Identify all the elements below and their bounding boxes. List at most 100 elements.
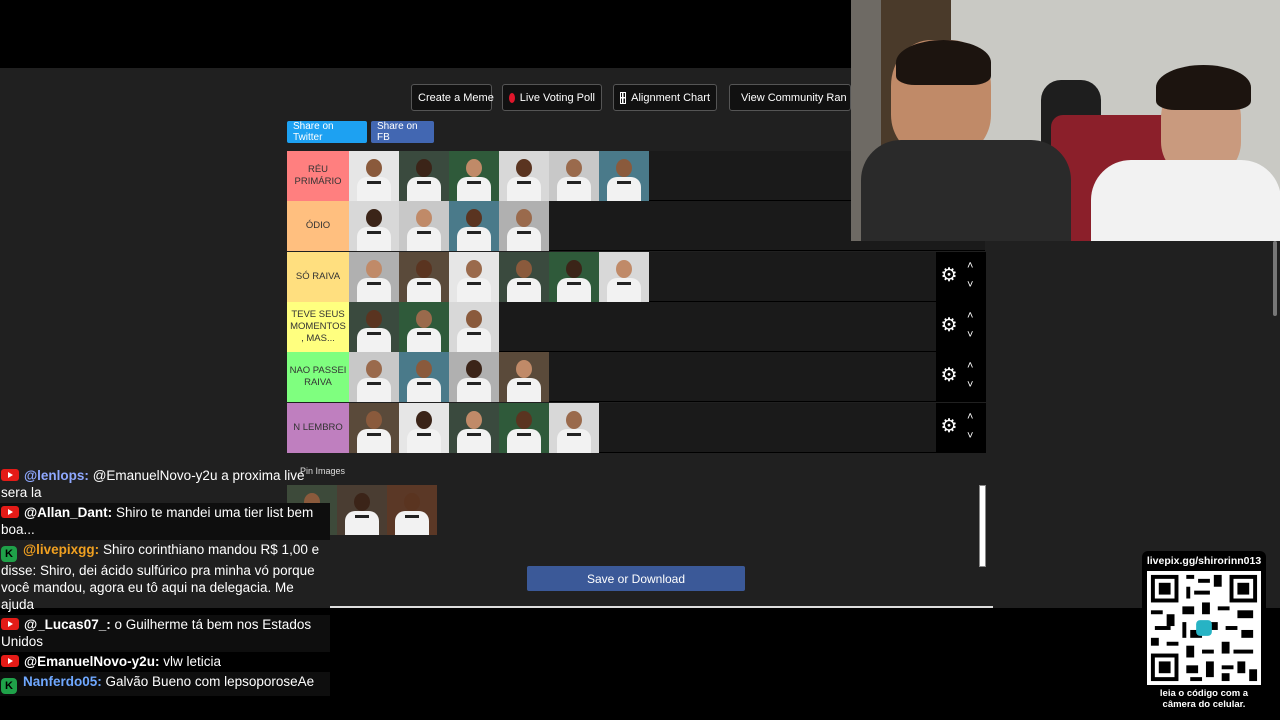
chevron-down-icon[interactable]: ˅ xyxy=(967,430,973,442)
tier-items xyxy=(349,301,499,352)
player-thumbnail[interactable] xyxy=(349,151,399,201)
chevron-down-icon[interactable]: ˅ xyxy=(967,279,973,291)
player-thumbnail[interactable] xyxy=(449,151,499,201)
grid-icon xyxy=(620,91,627,104)
tier-label[interactable]: TEVE SEUS MOMENTOS , MAS... xyxy=(287,301,349,352)
tier-row: N LEMBRO xyxy=(287,402,985,453)
tier-label[interactable]: SÓ RAIVA xyxy=(287,251,349,302)
player-thumbnail[interactable] xyxy=(387,485,437,535)
player-thumbnail[interactable] xyxy=(399,251,449,302)
record-dot-icon xyxy=(509,92,515,103)
player-thumbnail[interactable] xyxy=(399,151,449,201)
chevron-up-icon[interactable]: ˄ xyxy=(967,360,973,372)
player-thumbnail[interactable] xyxy=(349,352,399,403)
live-voting-label: Live Voting Poll xyxy=(519,91,595,104)
player-thumbnail[interactable] xyxy=(349,301,399,352)
gear-icon[interactable]: ⚙ xyxy=(939,315,959,336)
page-scrollbar[interactable] xyxy=(1273,241,1277,316)
tier-label[interactable]: RÉU PRIMÁRIO xyxy=(287,151,349,201)
player-thumbnail[interactable] xyxy=(599,151,649,201)
player-thumbnail[interactable] xyxy=(499,251,549,302)
chat-username: @_Lucas07_: xyxy=(24,617,111,632)
youtube-icon xyxy=(1,618,19,630)
gear-icon[interactable]: ⚙ xyxy=(939,366,959,386)
tier-label[interactable]: N LEMBRO xyxy=(287,402,349,453)
tier-items xyxy=(349,352,549,403)
player-thumbnail[interactable] xyxy=(449,352,499,403)
player-thumbnail[interactable] xyxy=(349,201,399,252)
youtube-icon xyxy=(1,506,19,518)
tier-controls: ⚙ ˄ ˅ xyxy=(936,301,986,352)
tier-row: NAO PASSEI RAIVA xyxy=(287,352,985,403)
divider xyxy=(330,606,993,608)
qr-caption-1: leia o código com a xyxy=(1159,688,1249,699)
chat-username: @lenlops: xyxy=(24,468,89,483)
chevron-up-icon[interactable]: ˄ xyxy=(967,310,973,322)
chevron-down-icon[interactable]: ˅ xyxy=(967,329,973,341)
qr-url: livepix.gg/shirorinn013 xyxy=(1146,555,1262,567)
player-thumbnail[interactable] xyxy=(599,251,649,302)
player-thumbnail[interactable] xyxy=(499,151,549,201)
create-meme-label: Create a Meme xyxy=(418,91,494,104)
tier-label[interactable]: NAO PASSEI RAIVA xyxy=(287,352,349,403)
chat-username: @livepixgg: xyxy=(23,542,100,557)
view-community-rank-button[interactable]: View Community Ran xyxy=(729,84,851,111)
webcam-feed xyxy=(851,0,1280,241)
player-thumbnail[interactable] xyxy=(549,402,599,453)
tier-label[interactable]: ÓDIO xyxy=(287,201,349,252)
player-thumbnail[interactable] xyxy=(499,402,549,453)
player-thumbnail[interactable] xyxy=(499,201,549,252)
tier-controls: ⚙ ˄ ˅ xyxy=(936,251,986,302)
webcam-person-right-shirt xyxy=(1091,160,1280,241)
player-thumbnail[interactable] xyxy=(399,402,449,453)
create-meme-button[interactable]: Create a Meme xyxy=(411,84,494,111)
tier-items xyxy=(349,251,649,302)
tier-row: TEVE SEUS MOMENTOS , MAS... xyxy=(287,301,985,352)
player-thumbnail[interactable] xyxy=(549,151,599,201)
chat-message: K @livepixgg: Shiro corinthiano mandou R$… xyxy=(0,540,330,615)
qr-caption-2: câmera do celular. xyxy=(1162,699,1246,710)
chat-message: @_Lucas07_: o Guilherme tá bem nos Estad… xyxy=(0,615,330,652)
player-thumbnail[interactable] xyxy=(399,201,449,252)
tier-items xyxy=(349,201,549,252)
player-thumbnail[interactable] xyxy=(449,301,499,352)
gear-icon[interactable]: ⚙ xyxy=(939,265,959,286)
chat-username: Nanferdo05: xyxy=(23,674,102,689)
chat-message: @EmanuelNovo-y2u: vlw leticia xyxy=(0,652,330,672)
chevron-up-icon[interactable]: ˄ xyxy=(967,260,973,272)
player-thumbnail[interactable] xyxy=(399,352,449,403)
player-thumbnail[interactable] xyxy=(449,251,499,302)
chevron-down-icon[interactable]: ˅ xyxy=(967,379,973,391)
player-thumbnail[interactable] xyxy=(349,251,399,302)
share-twitter-button[interactable]: Share on Twitter xyxy=(287,121,367,143)
player-thumbnail[interactable] xyxy=(337,485,387,535)
save-download-button[interactable]: Save or Download xyxy=(527,566,745,591)
tier-controls: ⚙ ˄ ˅ xyxy=(936,402,986,453)
chat-username: @Allan_Dant: xyxy=(24,505,113,520)
chevron-up-icon[interactable]: ˄ xyxy=(967,411,973,423)
player-thumbnail[interactable] xyxy=(549,251,599,302)
player-thumbnail[interactable] xyxy=(449,201,499,252)
livepix-qr-widget: livepix.gg/shirorinn013 leia o código co… xyxy=(1142,551,1266,713)
youtube-icon xyxy=(1,469,19,481)
share-facebook-button[interactable]: Share on FB xyxy=(371,121,434,143)
chat-text: Galvão Bueno com lepsoporoseAe xyxy=(105,674,315,689)
live-voting-poll-button[interactable]: Live Voting Poll xyxy=(502,84,602,111)
player-thumbnail[interactable] xyxy=(399,301,449,352)
gear-icon[interactable]: ⚙ xyxy=(939,416,959,437)
player-thumbnail[interactable] xyxy=(349,402,399,453)
tier-controls: ⚙ ˄ ˅ xyxy=(936,352,986,403)
webcam-person-left-shirt xyxy=(861,140,1071,241)
player-thumbnail[interactable] xyxy=(449,402,499,453)
chat-message: @Allan_Dant: Shiro te mandei uma tier li… xyxy=(0,503,330,540)
chat-username: @EmanuelNovo-y2u: xyxy=(24,654,160,669)
livepix-icon: K xyxy=(1,546,17,562)
chat-text: vlw leticia xyxy=(163,654,221,669)
tier-row: SÓ RAIVA xyxy=(287,251,985,302)
scrollbar[interactable] xyxy=(979,485,986,567)
share-twitter-label: Share on Twitter xyxy=(293,121,334,143)
tier-items xyxy=(349,402,599,453)
chat-message: @lenlops: @EmanuelNovo-y2u a proxima liv… xyxy=(0,466,330,503)
alignment-chart-button[interactable]: Alignment Chart xyxy=(613,84,717,111)
player-thumbnail[interactable] xyxy=(499,352,549,403)
